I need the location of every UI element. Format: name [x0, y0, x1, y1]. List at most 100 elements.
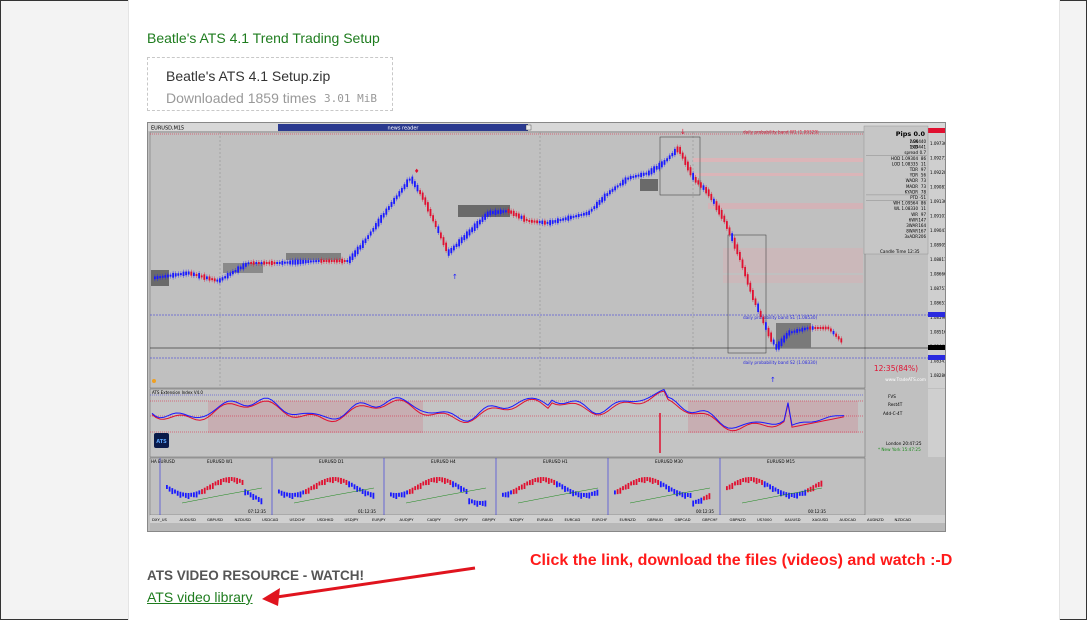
candle — [229, 272, 232, 276]
candle — [653, 166, 655, 173]
band-s2-label: daily probability band S2 (1.08330) — [743, 360, 818, 365]
mini-candle — [214, 481, 217, 486]
candle — [190, 271, 193, 276]
mini-candle — [454, 482, 457, 487]
candle — [593, 206, 596, 210]
mini-candle — [166, 485, 168, 489]
stat-value: 73 — [921, 184, 927, 189]
candle — [583, 212, 585, 216]
mini-candle — [329, 477, 332, 483]
candle — [216, 279, 219, 282]
mini-candle — [512, 489, 515, 495]
mini-candle — [736, 480, 739, 486]
candle — [528, 220, 531, 223]
mini-candle — [187, 492, 190, 499]
download-box[interactable]: Beatle's ATS 4.1 Setup.zip Downloaded 18… — [147, 57, 393, 111]
candle — [715, 201, 718, 211]
candle — [544, 220, 546, 225]
candle — [762, 316, 765, 324]
price-tick: 1.08286 — [930, 373, 946, 378]
candle — [234, 270, 237, 273]
candle — [713, 198, 715, 204]
candle — [819, 327, 822, 329]
candle-time-label: Candle Time 12:35 — [880, 249, 920, 254]
mini-candle — [646, 477, 649, 482]
symbol-tab: EURAUD — [537, 517, 553, 522]
candle — [221, 277, 224, 281]
mini-candle — [209, 484, 211, 490]
candle — [801, 327, 804, 332]
price-tick: 1.08516 — [930, 330, 946, 335]
candle — [499, 209, 502, 215]
mini-candle — [171, 488, 174, 495]
mini-candle — [353, 484, 356, 490]
candle — [661, 161, 663, 168]
mini-candle — [398, 492, 400, 497]
download-count: Downloaded 1859 times — [166, 90, 317, 106]
stat-value: 97 — [921, 167, 927, 172]
candle — [354, 250, 356, 257]
candle — [757, 303, 759, 313]
candle — [359, 245, 362, 250]
mini-candle — [179, 491, 182, 498]
candle — [759, 310, 762, 317]
mini-candle — [228, 477, 230, 484]
mini-candle — [766, 482, 769, 487]
candle — [369, 231, 372, 236]
mini-candle — [744, 477, 747, 483]
candle — [291, 260, 294, 265]
osc-title: ATS Extension Index V4.0 — [152, 390, 203, 395]
candle — [219, 278, 221, 283]
mini-candle — [531, 478, 534, 485]
mini-candle — [593, 490, 596, 496]
mini-candle — [761, 479, 763, 485]
symbol-tab: USDHKD — [317, 517, 333, 522]
candle — [237, 266, 239, 273]
candle — [307, 260, 310, 263]
mini-candle — [176, 490, 179, 496]
mini-candle — [703, 496, 705, 501]
candle — [827, 326, 830, 330]
mini-candle — [225, 477, 228, 483]
mini-candle — [550, 478, 553, 483]
mini-candle — [211, 482, 214, 489]
mini-candle — [372, 492, 375, 499]
candle — [356, 246, 359, 255]
candle — [320, 259, 323, 263]
mini-candle — [193, 492, 195, 498]
candle — [479, 219, 481, 225]
mini-candle — [302, 490, 305, 495]
mini-candle — [299, 491, 302, 498]
mini-candle — [305, 489, 307, 495]
candle — [702, 185, 705, 190]
mini-candle — [359, 487, 361, 492]
candle — [302, 259, 304, 264]
candle — [627, 177, 629, 180]
mini-candle — [222, 478, 225, 483]
post-title-link[interactable]: Beatle's ATS 4.1 Trend Trading Setup — [147, 30, 380, 46]
mini-candle — [206, 486, 209, 491]
download-file-name[interactable]: Beatle's ATS 4.1 Setup.zip — [166, 68, 330, 84]
candle — [788, 330, 791, 336]
candle — [328, 259, 330, 263]
candle — [317, 260, 320, 263]
candle — [206, 276, 208, 280]
candle — [520, 215, 523, 219]
candle — [377, 218, 380, 227]
ats-video-library-link[interactable]: ATS video library — [147, 589, 253, 605]
symbol-tab: AUDUSD — [180, 517, 196, 522]
mini-candle — [809, 486, 812, 492]
svg-text:♦: ♦ — [414, 168, 419, 175]
candle — [336, 259, 338, 263]
mini-candle — [244, 489, 247, 496]
candle — [401, 187, 403, 193]
candle — [531, 219, 533, 223]
candle — [455, 243, 458, 248]
mini-candle — [804, 489, 807, 496]
candle — [692, 172, 694, 180]
mini-candle — [364, 490, 367, 497]
mini-candle — [708, 493, 711, 500]
candle — [341, 258, 343, 264]
stat-value: 56 — [921, 173, 927, 178]
mini-candle — [195, 491, 198, 498]
